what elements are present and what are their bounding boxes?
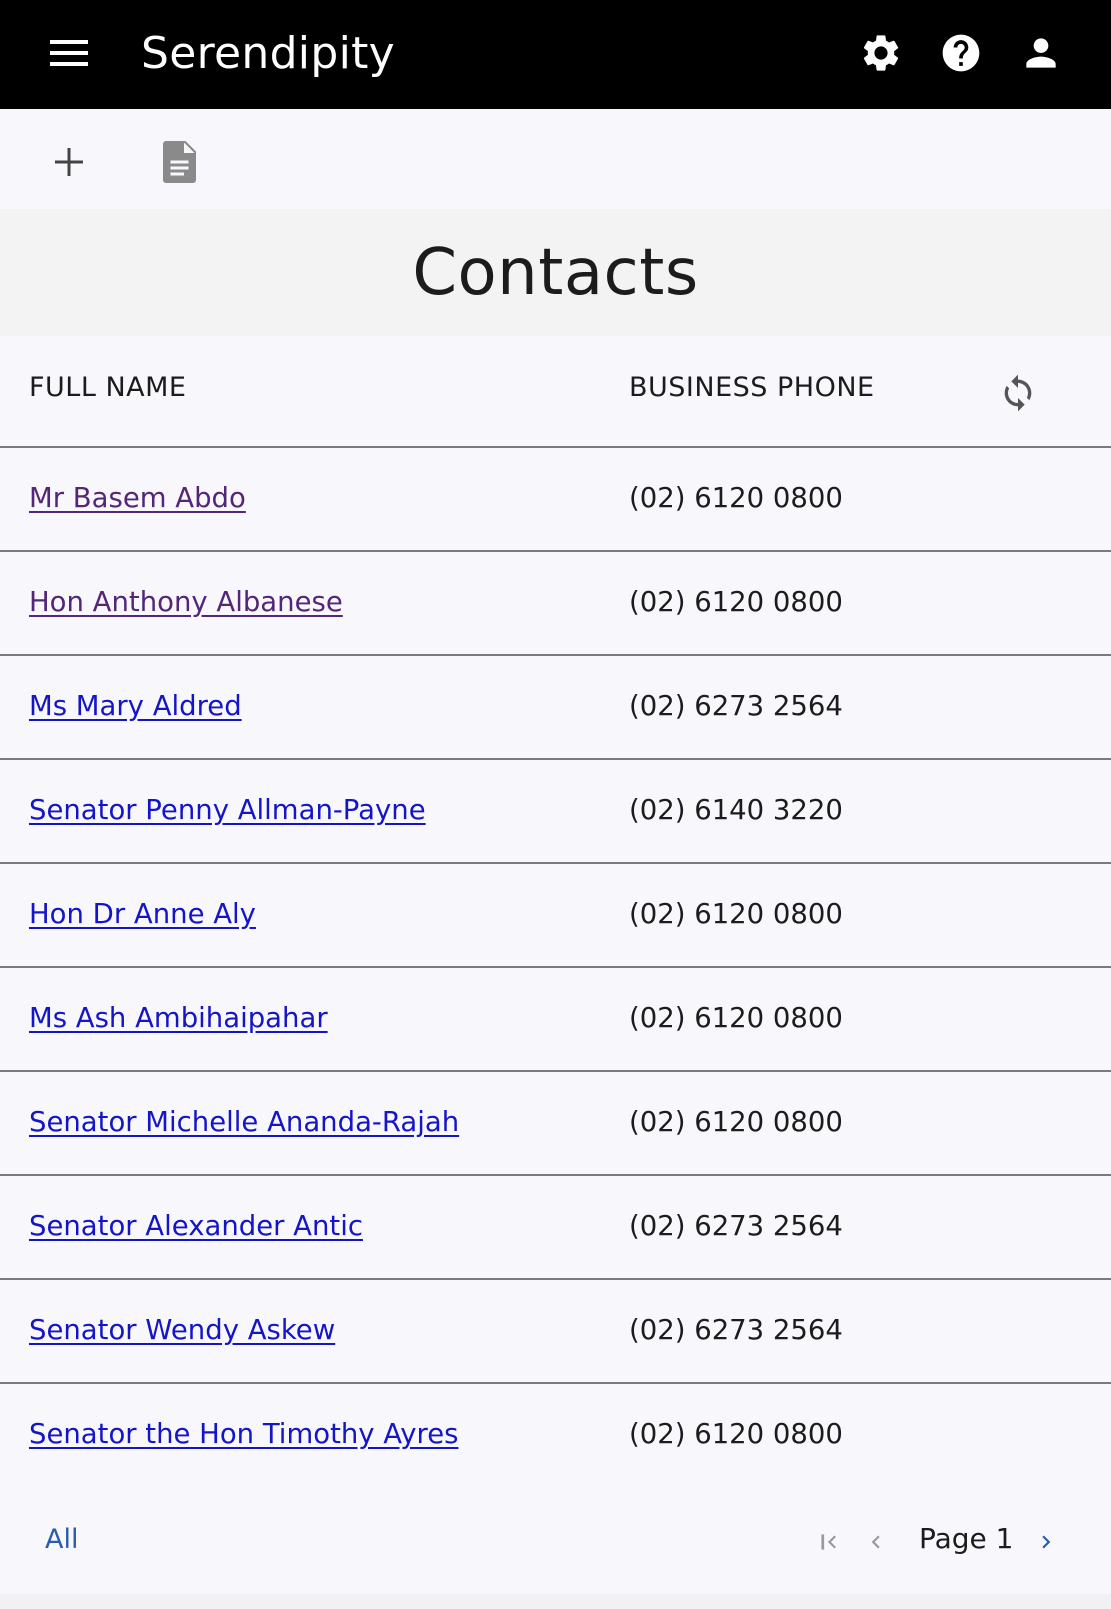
contact-phone: (02) 6120 0800 [629, 1418, 843, 1450]
contact-name-link[interactable]: Mr Basem Abdo [29, 482, 246, 514]
contacts-grid: FULL NAME BUSINESS PHONE Mr Basem Abdo (… [0, 336, 1111, 1488]
table-row: Senator Michelle Ananda-Rajah (02) 6120 … [0, 1072, 1111, 1176]
add-button[interactable] [41, 134, 97, 190]
gear-icon [863, 35, 899, 71]
table-row: Senator the Hon Timothy Ayres (02) 6120 … [0, 1384, 1111, 1488]
refresh-icon [1004, 374, 1032, 412]
contact-name-link[interactable]: Senator Alexander Antic [29, 1210, 363, 1242]
column-header-full-name[interactable]: FULL NAME [29, 372, 186, 403]
settings-button[interactable] [856, 28, 906, 78]
contact-name-link[interactable]: Hon Anthony Albanese [29, 586, 343, 618]
document-icon [163, 141, 196, 183]
page-title: Contacts [412, 235, 699, 310]
contact-name-link[interactable]: Ms Mary Aldred [29, 690, 242, 722]
refresh-button[interactable] [993, 368, 1043, 418]
table-row: Ms Ash Ambihaipahar (02) 6120 0800 [0, 968, 1111, 1072]
title-band: Contacts [0, 209, 1111, 336]
table-row: Hon Anthony Albanese (02) 6120 0800 [0, 552, 1111, 656]
plus-icon [55, 148, 83, 176]
menu-button[interactable] [46, 30, 92, 76]
table-row: Senator Wendy Askew (02) 6273 2564 [0, 1280, 1111, 1384]
grid-footer: All Page 1 [0, 1486, 1111, 1594]
contact-phone: (02) 6273 2564 [629, 690, 843, 722]
contact-name-link[interactable]: Senator Penny Allman-Payne [29, 794, 426, 826]
account-button[interactable] [1016, 28, 1066, 78]
help-circle-icon [942, 34, 980, 72]
bottom-strip [0, 1594, 1111, 1609]
table-row: Mr Basem Abdo (02) 6120 0800 [0, 448, 1111, 552]
table-row: Hon Dr Anne Aly (02) 6120 0800 [0, 864, 1111, 968]
table-row: Senator Alexander Antic (02) 6273 2564 [0, 1176, 1111, 1280]
toolbar [0, 109, 1111, 209]
app-title: Serendipity [141, 28, 395, 79]
chevron-right-icon [1042, 1535, 1051, 1549]
first-page-button[interactable] [809, 1522, 849, 1562]
contact-phone: (02) 6120 0800 [629, 482, 843, 514]
previous-page-button[interactable] [856, 1522, 896, 1562]
chevron-left-icon [871, 1535, 880, 1549]
contact-phone: (02) 6120 0800 [629, 898, 843, 930]
column-header-business-phone[interactable]: BUSINESS PHONE [629, 372, 875, 403]
show-all-link[interactable]: All [45, 1524, 78, 1555]
help-button[interactable] [936, 28, 986, 78]
contact-name-link[interactable]: Senator Wendy Askew [29, 1314, 335, 1346]
next-page-button[interactable] [1026, 1522, 1066, 1562]
contact-phone: (02) 6273 2564 [629, 1210, 843, 1242]
table-row: Ms Mary Aldred (02) 6273 2564 [0, 656, 1111, 760]
person-icon [1026, 38, 1056, 68]
app-bar: Serendipity [0, 0, 1111, 109]
page-indicator: Page 1 [919, 1522, 1014, 1555]
menu-icon [50, 40, 88, 66]
contact-name-link[interactable]: Hon Dr Anne Aly [29, 898, 256, 930]
grid-header: FULL NAME BUSINESS PHONE [0, 336, 1111, 448]
contact-name-link[interactable]: Ms Ash Ambihaipahar [29, 1002, 328, 1034]
contact-phone: (02) 6120 0800 [629, 586, 843, 618]
table-row: Senator Penny Allman-Payne (02) 6140 322… [0, 760, 1111, 864]
contact-name-link[interactable]: Senator Michelle Ananda-Rajah [29, 1106, 459, 1138]
report-button[interactable] [153, 134, 209, 190]
contact-phone: (02) 6273 2564 [629, 1314, 843, 1346]
contact-name-link[interactable]: Senator the Hon Timothy Ayres [29, 1418, 458, 1450]
contact-phone: (02) 6140 3220 [629, 794, 843, 826]
contact-phone: (02) 6120 0800 [629, 1002, 843, 1034]
first-page-icon [821, 1534, 836, 1550]
contact-phone: (02) 6120 0800 [629, 1106, 843, 1138]
